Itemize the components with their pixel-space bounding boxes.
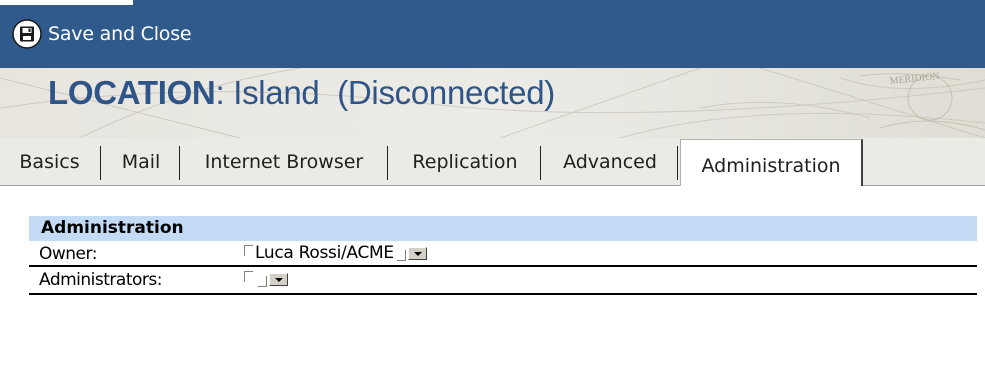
owner-label: Owner: [39, 244, 97, 264]
title-separator: : [215, 74, 225, 111]
save-and-close-button[interactable]: Save and Close [12, 13, 192, 55]
owner-row: Owner: Luca Rossi/ACME [29, 241, 977, 267]
tab-separator [677, 146, 678, 180]
administrators-dropdown-button[interactable] [269, 272, 288, 286]
tab-administration[interactable]: Administration [680, 139, 863, 186]
tab-advanced[interactable]: Advanced [545, 142, 675, 185]
administrators-field[interactable] [244, 267, 288, 291]
tab-separator [387, 146, 388, 180]
field-open-bracket [244, 271, 253, 282]
tab-separator [179, 146, 180, 180]
field-close-bracket [258, 276, 267, 287]
tab-internet-browser[interactable]: Internet Browser [183, 142, 385, 185]
action-toolbar: Save and Close [0, 0, 985, 68]
field-open-bracket [244, 245, 253, 256]
administrators-row: Administrators: [29, 267, 977, 295]
title-key: LOCATION [48, 74, 216, 111]
tab-mail[interactable]: Mail [104, 142, 178, 185]
tab-separator [100, 146, 101, 180]
administrators-label: Administrators: [39, 270, 162, 290]
section-header-administration: Administration [29, 216, 977, 241]
save-and-close-label: Save and Close [48, 23, 192, 45]
page-title: LOCATION: Island (Disconnected) [48, 74, 555, 112]
title-value: Island (Disconnected) [224, 74, 555, 111]
owner-value[interactable]: Luca Rossi/ACME [255, 243, 394, 263]
tab-separator [540, 146, 541, 180]
toolbar-notch [0, 0, 133, 5]
floppy-disk-icon [12, 19, 42, 49]
owner-dropdown-button[interactable] [407, 246, 427, 260]
field-close-bracket [396, 250, 406, 261]
document-header: MERIDION LOCATION: Island (Disconnected) [0, 68, 985, 138]
tab-bar: Basics Mail Internet Browser Replication… [0, 138, 985, 186]
tab-basics[interactable]: Basics [0, 142, 99, 185]
form-content: Administration Owner: Luca Rossi/ACME Ad… [0, 186, 985, 392]
tab-replication[interactable]: Replication [392, 142, 538, 185]
owner-field[interactable]: Luca Rossi/ACME [244, 241, 427, 265]
